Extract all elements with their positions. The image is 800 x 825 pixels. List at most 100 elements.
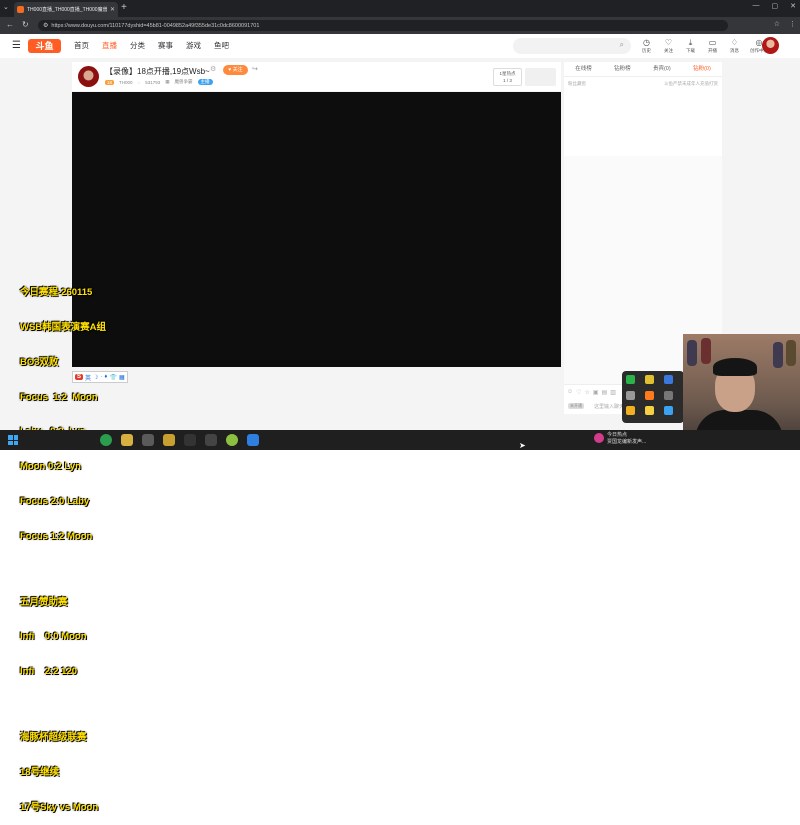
overlay-line: Focus 1:2 Moon [20, 530, 93, 542]
ime-toolbar[interactable]: S 英 ☽ · ♦ 👕 ▦ [72, 371, 128, 383]
more-icon[interactable]: ▥ [610, 389, 616, 396]
taskbar-app-icon[interactable] [247, 434, 259, 446]
heart-icon: ♡ [664, 38, 673, 47]
news-widget[interactable]: 今日热点 贾国龙编新发声... [607, 432, 646, 446]
gift-icon[interactable]: ▣ [593, 389, 599, 396]
tray-app-icon[interactable] [626, 390, 635, 400]
dot-icon[interactable]: · [100, 374, 102, 380]
tab-online-rank[interactable]: 在线榜 [575, 62, 592, 76]
tray-app-icon[interactable] [626, 406, 635, 416]
nav-home[interactable]: 首页 [74, 40, 89, 51]
grid-icon[interactable]: ▦ [119, 374, 125, 381]
news-widget-icon[interactable] [594, 433, 604, 443]
overlay-line: WSB韩国表演赛A组 [20, 321, 107, 333]
tray-app-icon[interactable] [664, 406, 673, 416]
settings-gear-icon[interactable]: ⚙ [210, 65, 216, 73]
nav-yuba[interactable]: 鱼吧 [214, 40, 229, 51]
overlay-line: 今日赛程-260115 [20, 287, 93, 299]
tab-diamond-rank[interactable]: 钻粉榜 [614, 62, 631, 76]
browser-tab[interactable]: TH000直播_TH000直播_TH000魔兽 ✕ [14, 2, 118, 17]
camera-icon: ▭ [708, 38, 717, 47]
site-header: ☰ 斗鱼 首页 直播 分类 赛事 游戏 鱼吧 ⌕ ◷ 历史 ♡ 关注 ⤓ 下载 … [0, 34, 800, 58]
bell-icon: ♢ [730, 38, 739, 47]
site-info-icon[interactable]: ⚙ [43, 22, 48, 29]
go-live-label: 开播 [708, 48, 717, 53]
ime-lang-toggle[interactable]: 英 [85, 373, 91, 382]
chat-icons: ☺ ♡ ☆ ▣ ▤ ▥ [567, 389, 616, 396]
tray-app-icon[interactable] [664, 390, 673, 400]
tray-app-icon[interactable] [664, 375, 673, 384]
nav-events[interactable]: 赛事 [158, 40, 173, 51]
hamburger-menu-icon[interactable]: ☰ [12, 40, 21, 51]
hot-rank-label: 1星热点 [499, 71, 516, 76]
tab-vip[interactable]: 贵宾(0) [653, 62, 671, 76]
anchor-avatar[interactable] [78, 66, 99, 87]
more-menu-icon[interactable]: ⋮ [789, 20, 796, 28]
close-window-button[interactable]: ✕ [790, 2, 796, 10]
chat-level-badge: 未开通 [568, 403, 584, 409]
overlay-line: 17号Sky vs Moon [20, 801, 99, 813]
fans-cellar-link[interactable]: 粉丝藏窖 [568, 81, 586, 87]
overlay-gap [20, 565, 106, 573]
shirt-icon[interactable]: 👕 [109, 374, 116, 381]
share-icon[interactable]: ↪ [252, 65, 258, 73]
emoji-icon[interactable]: ☺ [567, 389, 573, 396]
diamond-icon[interactable]: ♦ [104, 374, 107, 380]
hot-rank-value: 1 / 3 [503, 78, 512, 83]
nav-category[interactable]: 分类 [130, 40, 145, 51]
streamer-hair [713, 358, 757, 376]
taskbar-app-icon[interactable] [226, 434, 238, 446]
douyu-logo[interactable]: 斗鱼 [28, 39, 61, 53]
reload-icon[interactable]: ↻ [22, 20, 29, 29]
search-input[interactable]: ⌕ [513, 38, 631, 54]
tab-list-chevron-icon[interactable]: ⌄ [3, 3, 9, 11]
taskbar-app-icon[interactable] [100, 434, 112, 446]
minor-warning: 斗鱼严禁未成年人充值打赏 [664, 81, 718, 86]
follow-button[interactable]: ♥ 关注 [223, 65, 248, 75]
maximize-button[interactable]: ▢ [772, 2, 779, 10]
windows-taskbar [0, 430, 800, 450]
taskbar-app-icon[interactable] [121, 434, 133, 446]
moon-icon[interactable]: ☽ [93, 374, 98, 381]
taskbar-app-icon[interactable] [142, 434, 154, 446]
follow-list-button[interactable]: ♡ 关注 [662, 38, 675, 54]
hot-rank-box[interactable]: 1星热点 1 / 3 [493, 68, 522, 86]
taskbar-app-icon[interactable] [205, 434, 217, 446]
room-meta: 18 TH000 ◌ 531793 ▦ 魔兽争霸 主播 [105, 79, 213, 85]
tray-app-icon[interactable] [626, 375, 635, 384]
star-icon[interactable]: ☆ [585, 389, 590, 396]
sogou-logo-icon[interactable]: S [75, 374, 84, 380]
taskbar-app-icon[interactable] [163, 434, 175, 446]
taskbar-app-icon[interactable] [184, 434, 196, 446]
nav-live[interactable]: 直播 [102, 40, 117, 51]
barrage-icon[interactable]: ▤ [602, 389, 608, 396]
url-bar[interactable]: ⚙ https://www.douyu.com/110177dyshid=45b… [38, 20, 728, 31]
star-icon[interactable]: ☆ [774, 20, 780, 28]
user-avatar[interactable] [762, 37, 779, 54]
go-live-button[interactable]: ▭ 开播 [706, 38, 719, 54]
follow-label: 关注 [664, 48, 673, 53]
category-link[interactable]: 魔兽争霸 [175, 79, 193, 85]
browser-tab-bar: ⌄ TH000直播_TH000直播_TH000魔兽 ✕ + — ▢ ✕ [0, 0, 800, 17]
messages-button[interactable]: ♢ 消息 [728, 38, 741, 54]
nav-games[interactable]: 游戏 [186, 40, 201, 51]
download-button[interactable]: ⤓ 下载 [684, 38, 697, 54]
heart-icon[interactable]: ♡ [576, 389, 581, 396]
back-arrow-icon[interactable]: ← [6, 20, 14, 29]
minimize-button[interactable]: — [753, 2, 760, 10]
gift-rank-box[interactable] [525, 68, 556, 86]
tray-app-icon[interactable] [645, 406, 654, 416]
new-tab-button[interactable]: + [121, 2, 127, 14]
below-player-area [72, 367, 561, 430]
download-label: 下载 [686, 48, 695, 53]
windows-start-icon[interactable] [8, 435, 18, 445]
tray-app-icon[interactable] [645, 390, 654, 400]
history-button[interactable]: ◷ 历史 [640, 38, 653, 54]
tab-diamond-fans[interactable]: 钻粉(0) [693, 62, 711, 76]
overlay-line: Focus 2:0 Laby [20, 495, 90, 507]
tray-app-icon[interactable] [645, 375, 654, 384]
tab-close-icon[interactable]: ✕ [110, 6, 115, 13]
video-player[interactable] [72, 92, 561, 367]
anchor-name[interactable]: TH000 [119, 80, 133, 85]
search-icon[interactable]: ⌕ [620, 40, 624, 50]
